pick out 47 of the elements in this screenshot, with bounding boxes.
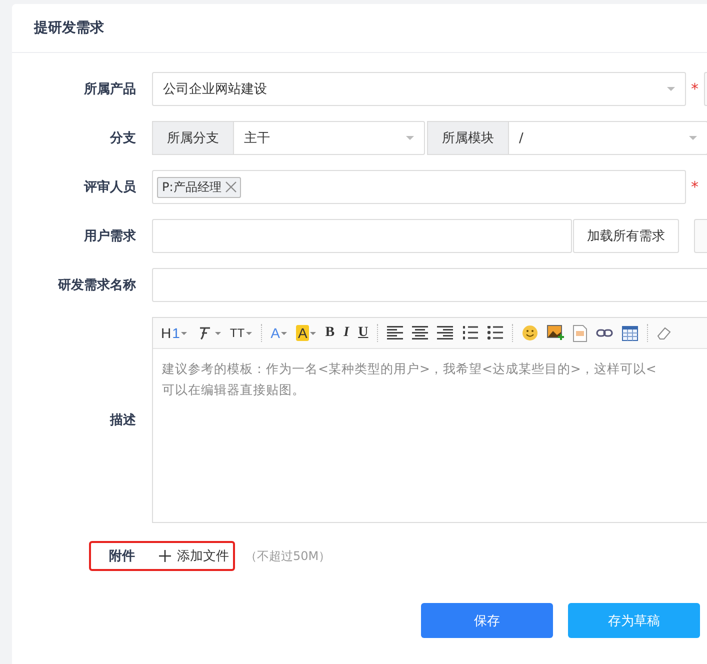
align-left-icon[interactable]: [387, 326, 404, 340]
eraser-icon[interactable]: [657, 326, 672, 340]
placeholder-text: 建议参考的模板：作为一名<某种类型的用户>，我希望<达成某些目的>，这样可以< 可以在编辑器直接贴图。: [162, 361, 656, 397]
module-select[interactable]: /: [508, 121, 707, 155]
field-label: 研发需求名称: [56, 277, 136, 294]
add-file-button[interactable]: 添加文件: [159, 547, 229, 565]
caret-icon: [689, 136, 697, 140]
align-right-icon[interactable]: [437, 326, 454, 340]
heading-button[interactable]: H 1: [161, 325, 187, 341]
italic-button[interactable]: I: [344, 325, 350, 341]
field-label: 评审人员: [82, 178, 136, 196]
product-select[interactable]: 公司企业网站建设: [152, 72, 686, 106]
branch-select[interactable]: 主干: [233, 121, 425, 155]
field-label: 所属产品: [82, 80, 136, 98]
close-icon[interactable]: [225, 181, 238, 193]
field-label: 分支: [108, 130, 136, 147]
code-file-icon[interactable]: [573, 324, 588, 342]
required-mark: *: [691, 80, 698, 98]
bullet-list-icon[interactable]: [487, 326, 504, 340]
caret-icon: [667, 87, 675, 91]
plus-icon: [159, 550, 171, 562]
field-label: 用户需求: [82, 228, 136, 245]
description-input[interactable]: 建议参考的模板：作为一名<某种类型的用户>，我希望<达成某些目的>，这样可以< 可以在编辑器直接贴图。: [153, 349, 707, 522]
font-size-button[interactable]: TT: [230, 326, 252, 340]
size-hint: （不超过50M）: [245, 548, 331, 564]
bold-button[interactable]: B: [325, 325, 335, 341]
underline-button[interactable]: U: [358, 325, 368, 341]
reviewer-field[interactable]: P:产品经理: [152, 170, 686, 204]
save-button[interactable]: 保存: [421, 603, 553, 638]
reviewer-tag: P:产品经理: [157, 176, 242, 198]
name-field[interactable]: [152, 268, 707, 302]
smiley-icon[interactable]: [522, 325, 538, 341]
rich-text-editor[interactable]: H 1 TT A A B I U 建议参考的模板：作为一名<某种类型的用户>，我希望<达成某些目的>，这样可以< 可以在编辑器直接贴图。: [152, 317, 707, 523]
align-center-icon[interactable]: [412, 326, 428, 340]
addon-label: 所属分支: [152, 121, 233, 155]
field-label: 附件: [109, 548, 135, 565]
load-button[interactable]: 加载所有需求: [573, 219, 679, 253]
page-title: 提研发需求: [34, 19, 104, 37]
image-icon[interactable]: [547, 324, 564, 342]
addon-label: 所属模块: [427, 121, 508, 155]
ordered-list-icon[interactable]: [462, 326, 478, 340]
required-mark: *: [691, 178, 698, 196]
caret-icon: [406, 136, 414, 140]
user-story-field[interactable]: [152, 219, 572, 253]
field-label: 描述: [108, 412, 136, 429]
link-icon[interactable]: [596, 328, 614, 338]
table-icon[interactable]: [622, 326, 638, 340]
